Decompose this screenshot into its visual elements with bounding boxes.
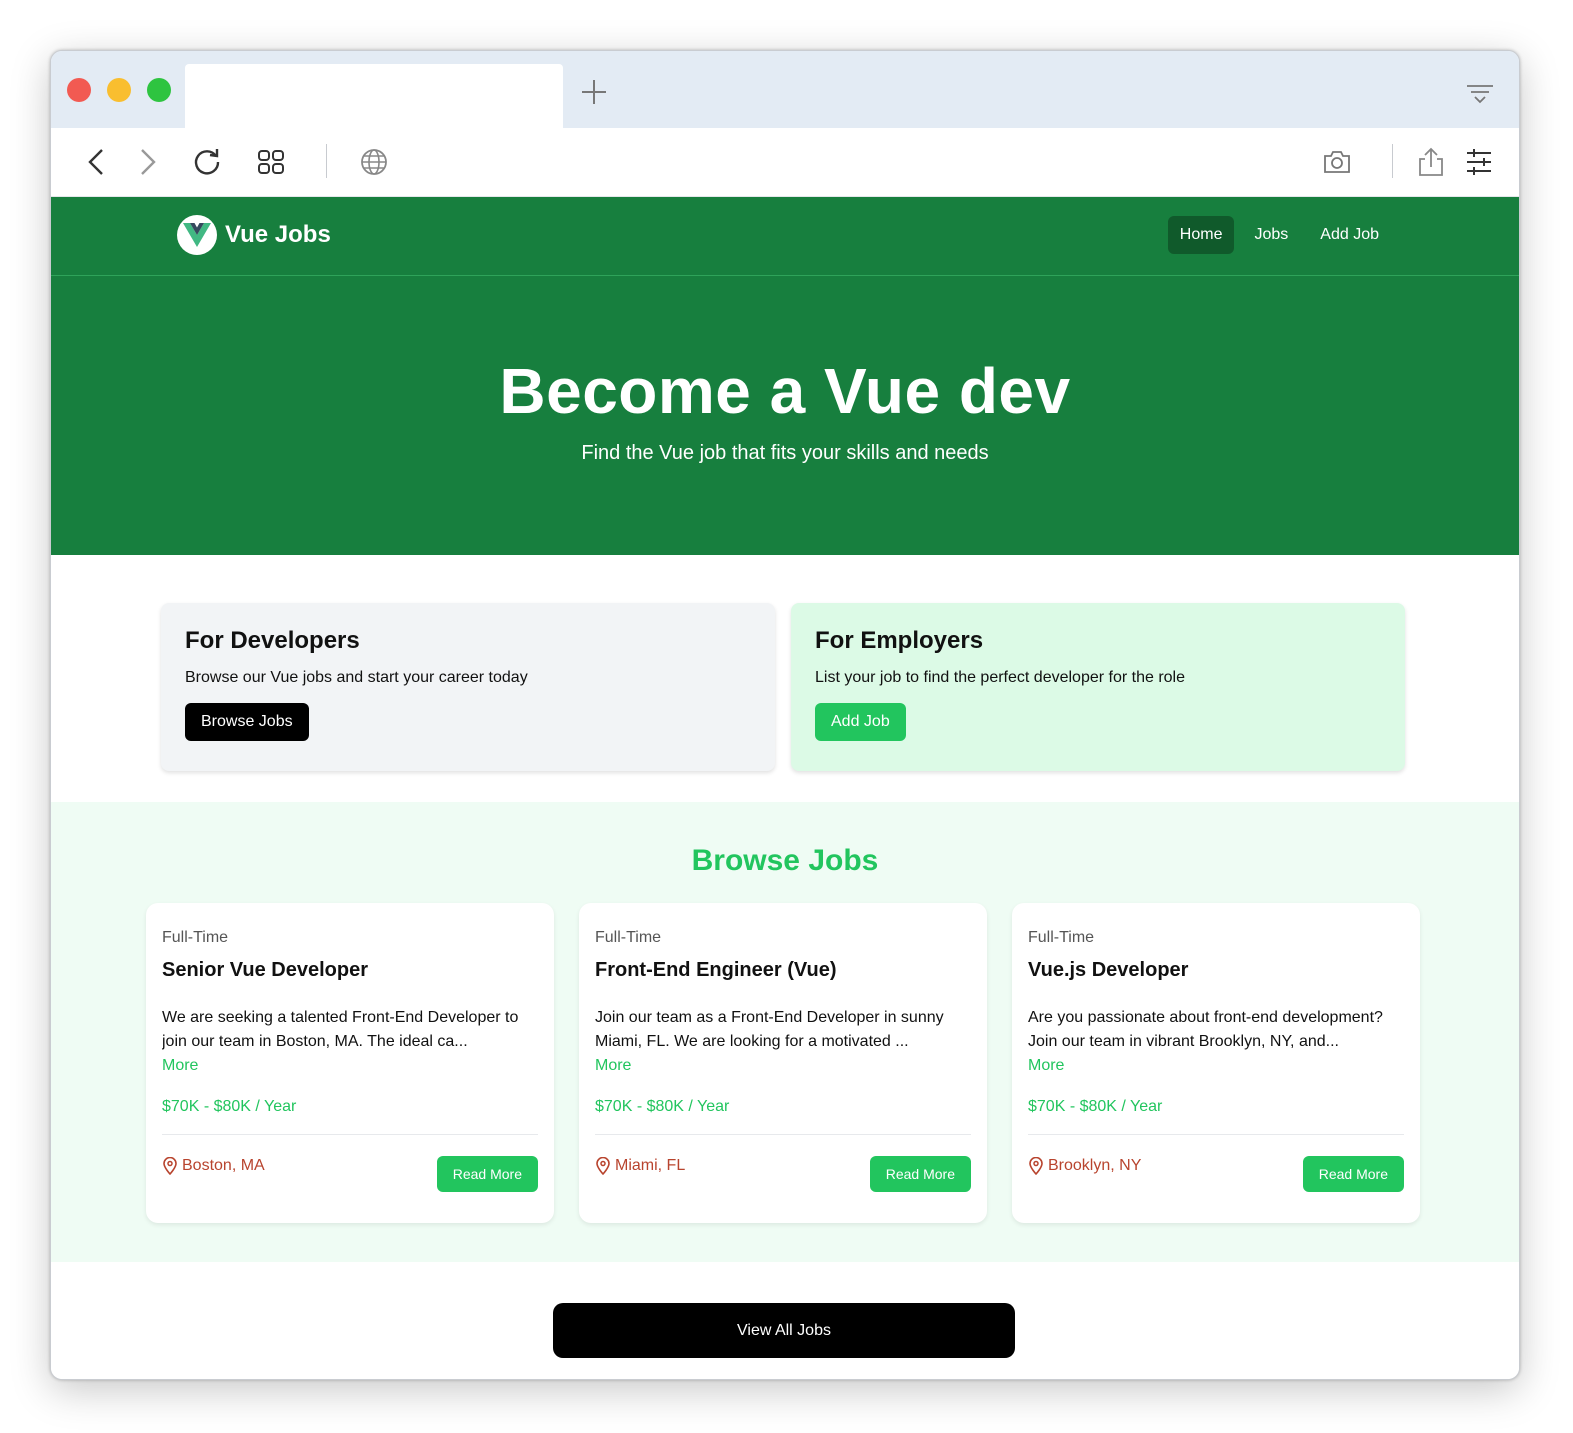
job-description: Join our team as a Front-End Developer i…	[595, 1009, 944, 1050]
maximize-window-button[interactable]	[147, 78, 171, 102]
job-description: We are seeking a talented Front-End Deve…	[162, 1009, 519, 1050]
browser-toolbar	[51, 128, 1519, 197]
job-type: Full-Time	[1028, 929, 1095, 946]
job-divider	[595, 1134, 971, 1135]
job-more-link[interactable]: More	[1028, 1054, 1404, 1078]
job-more-link[interactable]: More	[595, 1054, 971, 1078]
browse-jobs-heading: Browse Jobs	[691, 844, 879, 877]
add-job-button[interactable]: Add Job	[815, 703, 906, 741]
info-cards: For Developers Browse our Vue jobs and s…	[161, 603, 1407, 771]
job-location: Brooklyn, NY	[1028, 1157, 1141, 1175]
hero-subtitle: Find the Vue job that fits your skills a…	[581, 442, 989, 464]
job-divider	[1028, 1134, 1404, 1135]
job-salary: $70K - $80K / Year	[595, 1098, 730, 1115]
tab-strip	[51, 51, 1519, 128]
developers-card: For Developers Browse our Vue jobs and s…	[161, 603, 775, 771]
browser-window: Vue Jobs Home Jobs Add Job Become a Vue …	[50, 50, 1520, 1380]
employers-card: For Employers List your job to find the …	[791, 603, 1405, 771]
minimize-window-button[interactable]	[107, 78, 131, 102]
settings-sliders-icon[interactable]	[1463, 146, 1495, 178]
job-title: Front-End Engineer (Vue)	[595, 959, 837, 981]
back-icon[interactable]	[81, 146, 113, 178]
toolbar-divider	[326, 144, 327, 178]
web-page: Vue Jobs Home Jobs Add Job Become a Vue …	[51, 197, 1519, 1379]
nav-add-job-link[interactable]: Add Job	[1308, 216, 1391, 254]
job-divider	[162, 1134, 538, 1135]
active-tab[interactable]	[185, 64, 563, 128]
job-card: Full-Time Senior Vue Developer We are se…	[146, 903, 554, 1223]
job-salary: $70K - $80K / Year	[1028, 1098, 1163, 1115]
nav-jobs-link[interactable]: Jobs	[1242, 216, 1300, 254]
map-pin-icon	[163, 1157, 177, 1175]
read-more-button[interactable]: Read More	[436, 1156, 538, 1192]
toolbar-divider	[1392, 144, 1393, 178]
job-type: Full-Time	[162, 929, 229, 946]
close-window-button[interactable]	[67, 78, 91, 102]
nav-links: Home Jobs Add Job	[1167, 216, 1391, 254]
job-title: Senior Vue Developer	[162, 959, 368, 981]
job-location-text: Brooklyn, NY	[1048, 1157, 1142, 1174]
job-card: Full-Time Front-End Engineer (Vue) Join …	[579, 903, 987, 1223]
browse-jobs-section: Browse Jobs Full-Time Senior Vue Develop…	[51, 802, 1519, 1262]
camera-icon[interactable]	[1321, 146, 1353, 178]
brand-name: Vue Jobs	[225, 221, 331, 248]
vue-logo-icon	[177, 215, 217, 255]
read-more-button[interactable]: Read More	[1302, 1156, 1404, 1192]
globe-icon[interactable]	[358, 146, 390, 178]
job-location: Boston, MA	[162, 1157, 265, 1175]
job-more-link[interactable]: More	[162, 1054, 538, 1078]
employers-card-text: List your job to find the perfect develo…	[815, 669, 1185, 686]
brand[interactable]: Vue Jobs	[177, 215, 331, 255]
job-card: Full-Time Vue.js Developer Are you passi…	[1012, 903, 1420, 1223]
hero: Become a Vue dev Find the Vue job that f…	[51, 276, 1519, 555]
view-all-jobs-button[interactable]: View All Jobs	[553, 1303, 1015, 1358]
tab-menu-icon[interactable]	[1465, 81, 1495, 111]
hero-title: Become a Vue dev	[499, 355, 1071, 427]
browse-jobs-button[interactable]: Browse Jobs	[185, 703, 309, 741]
forward-icon[interactable]	[131, 146, 163, 178]
share-icon[interactable]	[1415, 146, 1447, 178]
job-type: Full-Time	[595, 929, 662, 946]
job-location: Miami, FL	[595, 1157, 685, 1175]
read-more-button[interactable]: Read More	[869, 1156, 971, 1192]
job-salary: $70K - $80K / Year	[162, 1098, 297, 1115]
employers-card-title: For Employers	[815, 627, 984, 654]
plus-icon[interactable]	[579, 77, 609, 107]
site-navbar: Vue Jobs Home Jobs Add Job	[51, 197, 1519, 276]
map-pin-icon	[596, 1157, 610, 1175]
developers-card-text: Browse our Vue jobs and start your caree…	[185, 669, 528, 686]
tabs-grid-icon[interactable]	[255, 146, 287, 178]
map-pin-icon	[1029, 1157, 1043, 1175]
job-description: Are you passionate about front-end devel…	[1028, 1009, 1383, 1050]
reload-icon[interactable]	[191, 146, 223, 178]
developers-card-title: For Developers	[185, 627, 360, 654]
job-location-text: Miami, FL	[615, 1157, 686, 1174]
nav-home-link[interactable]: Home	[1167, 216, 1235, 254]
job-title: Vue.js Developer	[1028, 959, 1189, 981]
job-location-text: Boston, MA	[182, 1157, 265, 1174]
